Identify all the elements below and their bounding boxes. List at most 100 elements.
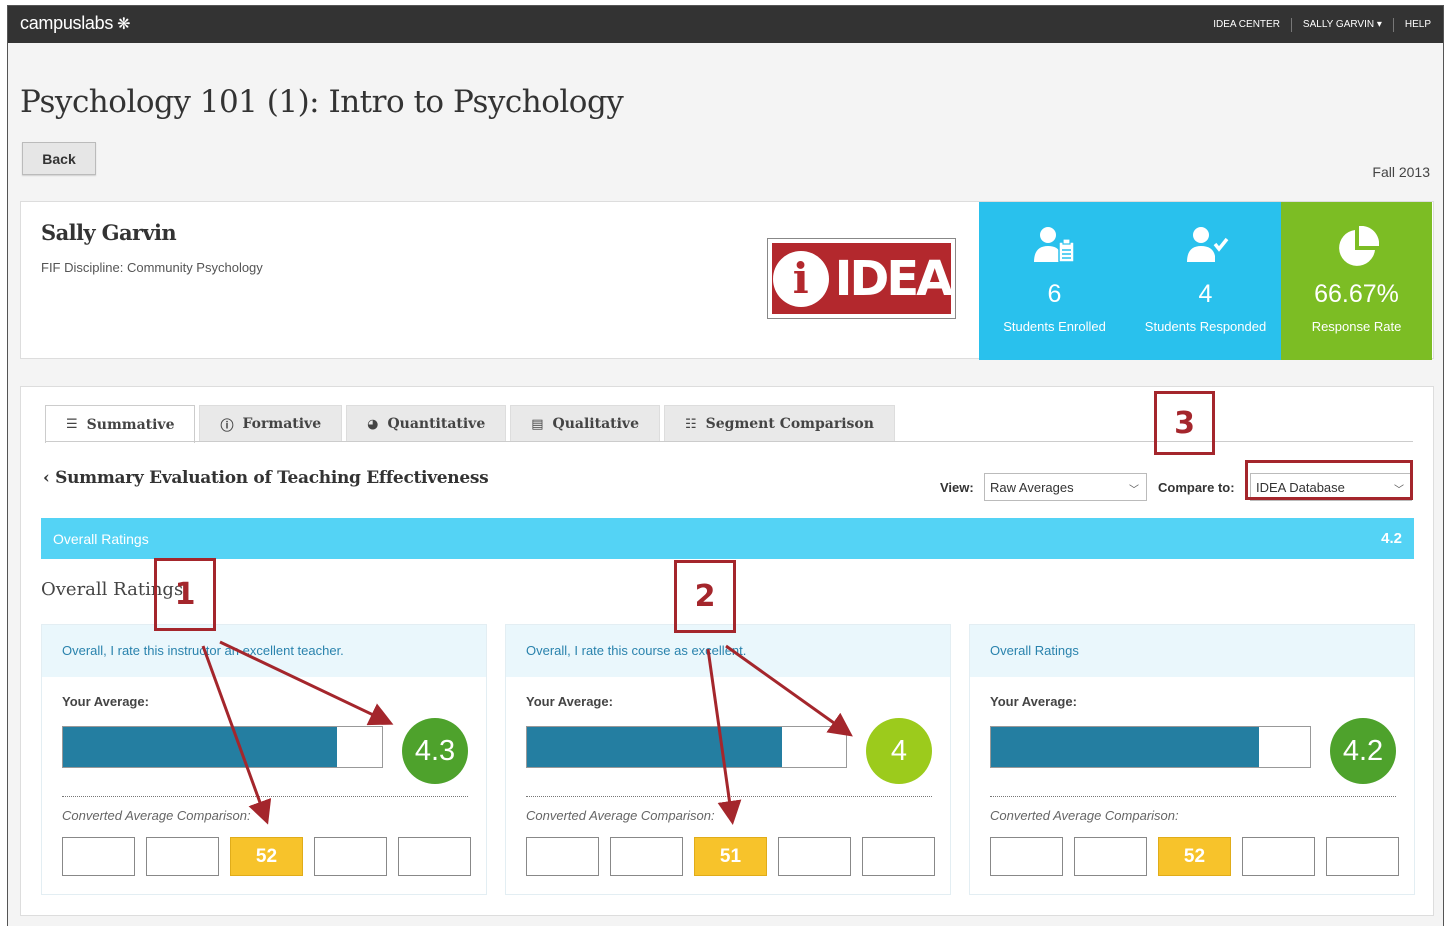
comparison-box [398, 837, 471, 876]
overall-ratings-bar: Overall Ratings 4.2 [41, 518, 1414, 559]
overall-ratings-bar-label: Overall Ratings [53, 531, 149, 547]
comparison-box [146, 837, 219, 876]
comparison-box-highlight: 52 [1158, 837, 1231, 876]
section-title-text: Summary Evaluation of Teaching Effective… [55, 468, 489, 488]
compare-label: Compare to: [1158, 480, 1235, 495]
nav-user-menu[interactable]: SALLY GARVIN ▾ [1292, 17, 1394, 32]
comparison-box [62, 837, 135, 876]
average-bar [990, 726, 1311, 768]
callout-3: 3 [1154, 391, 1215, 455]
stat-response-rate: 66.67% Response Rate [1281, 202, 1432, 360]
pie-icon: ◕ [367, 416, 379, 432]
view-select[interactable]: Raw Averages ﹀ [984, 473, 1147, 501]
stat-value: 4 [1198, 280, 1213, 308]
idea-logo: i IDEA [767, 238, 956, 319]
instructor-card: Sally Garvin FIF Discipline: Community P… [20, 201, 1434, 360]
score-circle: 4.3 [402, 718, 468, 784]
rating-panel-instructor: Overall, I rate this instructor an excel… [41, 624, 487, 895]
nav-help[interactable]: HELP [1394, 18, 1431, 32]
idea-logo-text: IDEA [834, 250, 954, 307]
comparison-box [1326, 837, 1399, 876]
callout-1: 1 [154, 558, 216, 631]
top-bar: campuslabs ❋ IDEA CENTER SALLY GARVIN ▾ H… [8, 6, 1443, 43]
comparison-label: Converted Average Comparison: [526, 808, 715, 823]
view-select-value: Raw Averages [990, 479, 1074, 495]
app-frame: campuslabs ❋ IDEA CENTER SALLY GARVIN ▾ H… [7, 5, 1444, 926]
term-label: Fall 2013 [1372, 164, 1430, 180]
user-clipboard-icon [979, 226, 1130, 266]
comparison-boxes: 51 [526, 837, 935, 876]
panel-question: Overall, I rate this instructor an excel… [62, 643, 344, 658]
tab-label: Formative [242, 416, 322, 432]
stat-students-responded: 4 Students Responded [1130, 202, 1281, 360]
pie-chart-icon [1281, 226, 1432, 266]
stat-label: Students Responded [1144, 319, 1267, 334]
section-title[interactable]: ‹ Summary Evaluation of Teaching Effecti… [43, 468, 489, 488]
panel-question: Overall Ratings [990, 643, 1079, 658]
tab-label: Quantitative [387, 416, 486, 432]
nav-idea-center[interactable]: IDEA CENTER [1202, 17, 1292, 32]
tab-summative[interactable]: ☰ Summative [45, 405, 196, 443]
instructor-name: Sally Garvin [41, 220, 177, 245]
brand-logo[interactable]: campuslabs ❋ [20, 13, 130, 34]
stat-students-enrolled: 6 Students Enrolled [979, 202, 1130, 360]
user-check-icon [1130, 226, 1281, 266]
average-bar-fill [991, 727, 1259, 767]
view-label: View: [940, 480, 974, 495]
sliders-icon: ☷ [684, 416, 697, 432]
your-average-label: Your Average: [990, 694, 1077, 709]
tab-quantitative[interactable]: ◕ Quantitative [346, 405, 507, 442]
stat-label: Response Rate [1311, 319, 1402, 334]
back-button[interactable]: Back [22, 142, 96, 175]
tab-label: Qualitative [552, 416, 639, 432]
average-bar [62, 726, 383, 768]
chevron-down-icon: ﹀ [1129, 485, 1139, 496]
tab-qualitative[interactable]: ▤ Qualitative [510, 405, 660, 442]
score-circle: 4 [866, 718, 932, 784]
comparison-boxes: 52 [990, 837, 1399, 876]
molecule-icon: ❋ [117, 16, 131, 33]
instructor-discipline: FIF Discipline: Community Psychology [41, 260, 263, 275]
stat-value: 66.67% [1314, 280, 1399, 308]
comparison-label: Converted Average Comparison: [990, 808, 1179, 823]
comparison-box [862, 837, 935, 876]
score-circle: 4.2 [1330, 718, 1396, 784]
average-bar [526, 726, 847, 768]
comparison-box [526, 837, 599, 876]
comparison-label: Converted Average Comparison: [62, 808, 251, 823]
comparison-box [610, 837, 683, 876]
comparison-box [778, 837, 851, 876]
tab-segment-comparison[interactable]: ☷ Segment Comparison [663, 405, 895, 442]
comparison-box-highlight: 51 [694, 837, 767, 876]
report-card: ☰ Summative ⓘ Formative ◕ Quantitative ▤ Qua… [20, 386, 1434, 916]
report-tabs: ☰ Summative ⓘ Formative ◕ Quantitative ▤ Qua… [45, 405, 899, 443]
document-icon: ▤ [531, 416, 544, 432]
top-nav: IDEA CENTER SALLY GARVIN ▾ HELP [1202, 6, 1431, 43]
info-icon: ⓘ [220, 418, 234, 434]
your-average-label: Your Average: [62, 694, 149, 709]
comparison-box [314, 837, 387, 876]
average-bar-fill [63, 727, 338, 767]
overall-ratings-bar-value: 4.2 [1381, 530, 1402, 547]
your-average-label: Your Average: [526, 694, 613, 709]
comparison-box [990, 837, 1063, 876]
rating-panel-overall: Overall Ratings Your Average: 4.2 Conver… [969, 624, 1415, 895]
comparison-box-highlight: 52 [230, 837, 303, 876]
stat-value: 6 [1047, 280, 1062, 308]
panel-question: Overall, I rate this course as excellent… [526, 643, 747, 658]
tab-formative[interactable]: ⓘ Formative [199, 405, 343, 442]
comparison-boxes: 52 [62, 837, 471, 876]
average-bar-fill [527, 727, 783, 767]
comparison-box [1074, 837, 1147, 876]
idea-info-icon: i [772, 250, 829, 307]
callout-compare-highlight [1245, 460, 1413, 500]
tab-label: Summative [86, 416, 175, 433]
tab-label: Segment Comparison [705, 416, 874, 432]
stat-label: Students Enrolled [1003, 319, 1106, 334]
page-title: Psychology 101 (1): Intro to Psychology [20, 84, 624, 120]
callout-2: 2 [674, 560, 736, 633]
comparison-box [1242, 837, 1315, 876]
bar-list-icon: ☰ [66, 417, 78, 432]
brand-name: campuslabs [20, 13, 114, 33]
rating-panel-course: Overall, I rate this course as excellent… [505, 624, 951, 895]
